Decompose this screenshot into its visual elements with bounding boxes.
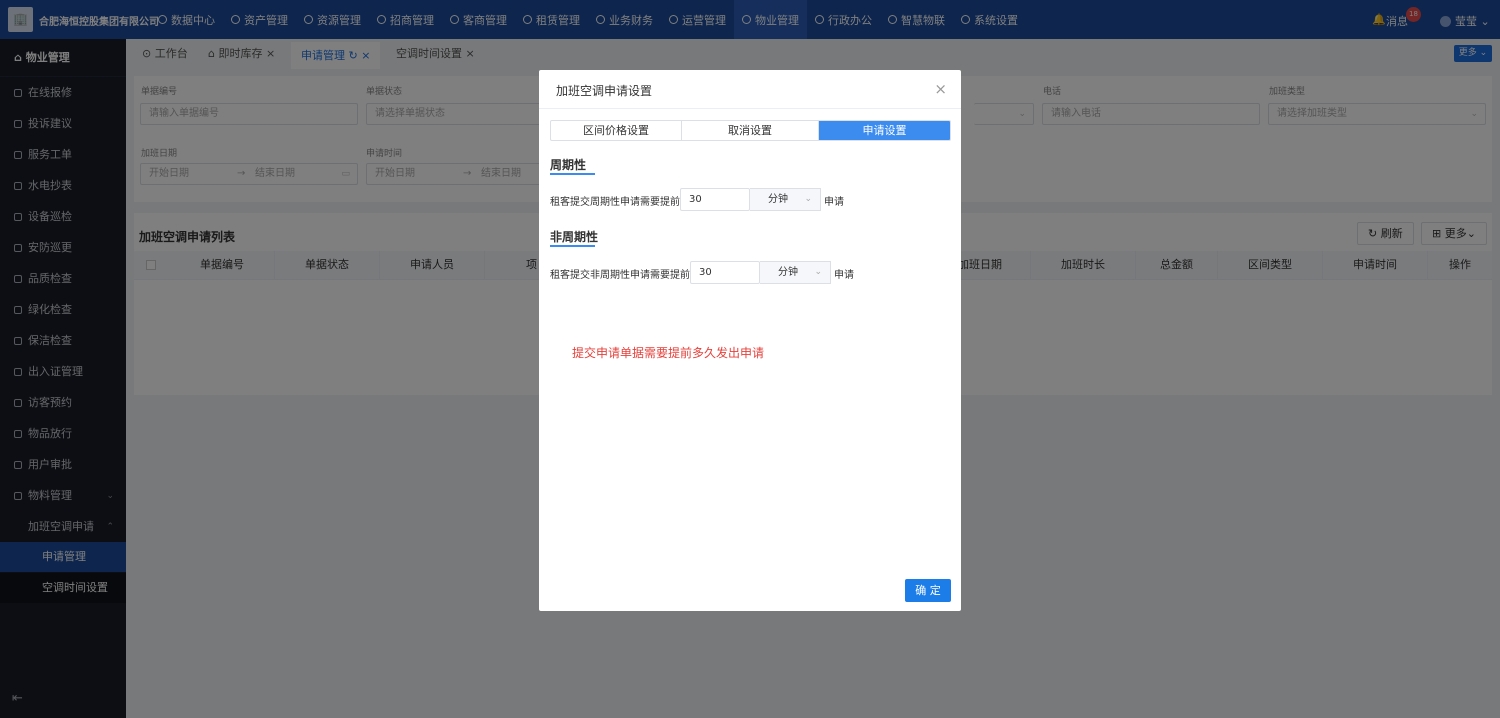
tab-cancel-settings[interactable]: 取消设置: [682, 121, 819, 140]
settings-hint: 提交申请单据需要提前多久发出申请: [572, 346, 765, 360]
chevron-down-icon: ⌄: [804, 194, 812, 204]
periodic-unit-select[interactable]: 分钟 ⌄: [750, 188, 821, 211]
dialog-divider: [539, 108, 961, 109]
non-periodic-suffix: 申请: [834, 270, 854, 281]
close-icon[interactable]: ×: [934, 80, 947, 98]
chevron-down-icon: ⌄: [814, 267, 822, 277]
confirm-button[interactable]: 确 定: [905, 579, 951, 602]
non-periodic-title-underline: [550, 245, 595, 247]
tab-interval-price-settings[interactable]: 区间价格设置: [551, 121, 682, 140]
periodic-advance-input[interactable]: 30: [680, 188, 750, 211]
non-periodic-section-title: 非周期性: [550, 230, 599, 244]
periodic-advance-label: 租客提交周期性申请需要提前: [550, 197, 680, 208]
non-periodic-advance-label: 租客提交非周期性申请需要提前: [550, 270, 690, 281]
non-periodic-unit-select[interactable]: 分钟 ⌄: [760, 261, 831, 284]
overtime-ac-settings-dialog: 加班空调申请设置 × 区间价格设置 取消设置 申请设置 周期性 租客提交周期性申…: [539, 70, 961, 611]
tab-application-settings[interactable]: 申请设置: [819, 121, 950, 140]
dialog-title: 加班空调申请设置: [556, 84, 653, 98]
periodic-title-underline: [550, 173, 595, 175]
settings-tabs: 区间价格设置 取消设置 申请设置: [550, 120, 951, 141]
periodic-suffix: 申请: [824, 197, 844, 208]
periodic-section-title: 周期性: [550, 158, 587, 172]
non-periodic-advance-input[interactable]: 30: [690, 261, 760, 284]
